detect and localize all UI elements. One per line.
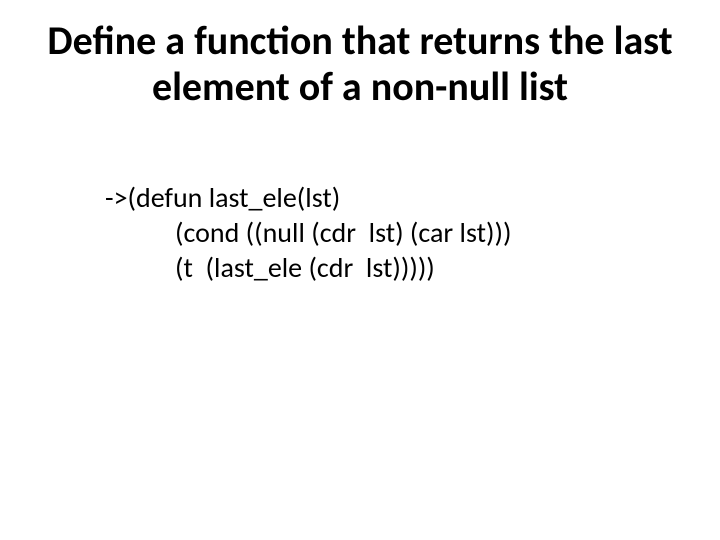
slide: Define a function that returns the last …: [0, 0, 720, 540]
slide-title: Define a function that returns the last …: [0, 0, 720, 110]
code-line-2: (cond ((null (cdr lst) (car lst))): [105, 215, 720, 250]
slide-body: ->(defun last_ele(lst) (cond ((null (cdr…: [0, 110, 720, 285]
code-line-1: ->(defun last_ele(lst): [105, 180, 720, 215]
code-line-3: (t (last_ele (cdr lst))))): [105, 250, 720, 285]
